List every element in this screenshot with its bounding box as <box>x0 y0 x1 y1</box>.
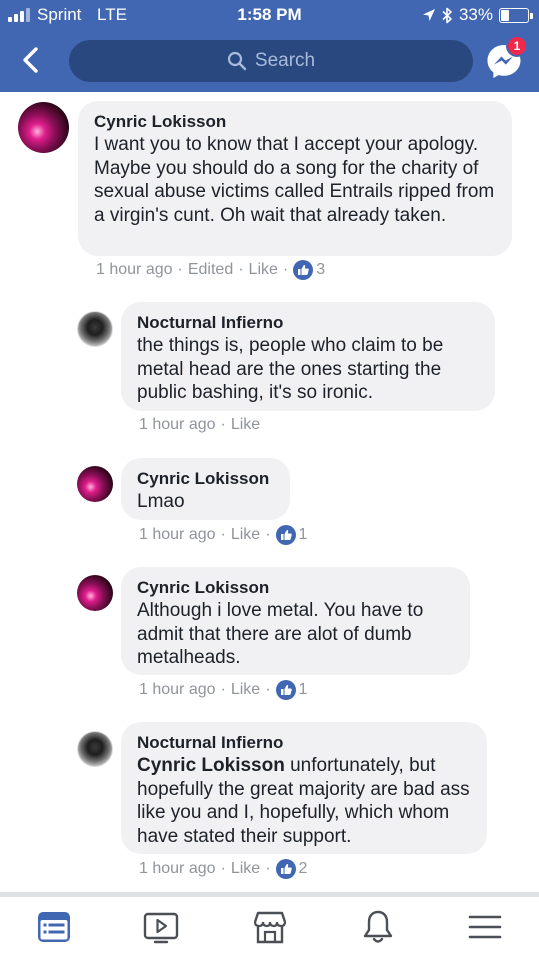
separator-dot: · <box>177 261 183 278</box>
separator-dot: · <box>265 526 271 543</box>
separator-dot: · <box>265 681 271 698</box>
back-chevron-icon[interactable] <box>16 45 46 75</box>
battery-level-fill <box>501 9 510 21</box>
battery-icon <box>499 7 533 23</box>
comment-text: I want you to know that I accept your ap… <box>94 134 495 226</box>
search-placeholder: Search <box>254 50 316 71</box>
comment-author[interactable]: Cynric Lokisson <box>94 111 496 133</box>
comment-text: Cynric Lokisson unfortunately, but hopef… <box>137 754 471 848</box>
thumbs-up-icon <box>275 525 296 545</box>
comment-timestamp[interactable]: 1 hour ago <box>139 860 216 878</box>
avatar[interactable] <box>77 575 113 611</box>
notifications-icon[interactable] <box>358 907 398 947</box>
comment-bubble[interactable]: Nocturnal Infierno Cynric Lokisson unfor… <box>121 722 487 854</box>
like-count[interactable]: 1 <box>299 526 308 544</box>
comment-author[interactable]: Cynric Lokisson <box>137 468 274 490</box>
comment-timestamp[interactable]: 1 hour ago <box>139 416 216 434</box>
watch-icon[interactable] <box>141 907 181 947</box>
comment-text: Although i love metal. You have to admit… <box>137 600 424 668</box>
comment-bubble[interactable]: Cynric Lokisson Lmao <box>121 458 290 520</box>
like-link[interactable]: Like <box>231 681 260 699</box>
like-link[interactable]: Like <box>249 261 278 279</box>
comment-meta: 1 hour ago · Like · 1 <box>139 680 307 700</box>
marketplace-icon[interactable] <box>250 907 290 947</box>
comment-author[interactable]: Cynric Lokisson <box>137 577 454 599</box>
separator-dot: · <box>220 526 226 543</box>
comment-meta: 1 hour ago · Like · 1 <box>139 525 307 545</box>
separator-dot: · <box>220 860 226 877</box>
comment-meta: 1 hour ago · Like · 2 <box>139 859 307 879</box>
avatar[interactable] <box>77 466 113 502</box>
separator-dot: · <box>282 261 289 278</box>
separator-dot: · <box>220 681 226 698</box>
search-icon <box>227 51 247 71</box>
comment-meta: 1 hour ago · Edited · Like · 3 <box>96 260 325 280</box>
status-right-group: 33% <box>422 5 533 25</box>
location-icon <box>422 9 435 21</box>
news-feed-icon[interactable] <box>34 907 74 947</box>
like-count[interactable]: 3 <box>316 261 325 279</box>
edited-label[interactable]: Edited <box>188 261 233 279</box>
avatar[interactable] <box>77 731 113 767</box>
thumbs-up-icon <box>293 260 314 280</box>
comment-bubble[interactable]: Cynric Lokisson I want you to know that … <box>78 101 512 256</box>
comment-timestamp[interactable]: 1 hour ago <box>96 261 173 279</box>
comment-meta: 1 hour ago · Like <box>139 416 260 434</box>
status-bar: Sprint LTE 1:58 PM 33% <box>0 0 539 30</box>
like-count[interactable]: 2 <box>299 860 308 878</box>
bluetooth-icon <box>442 7 452 23</box>
comment-timestamp[interactable]: 1 hour ago <box>139 681 216 699</box>
search-input[interactable]: Search <box>69 40 473 82</box>
comment-timestamp[interactable]: 1 hour ago <box>139 526 216 544</box>
separator-dot: · <box>220 416 226 433</box>
comment-text: Lmao <box>137 491 185 512</box>
avatar[interactable] <box>77 311 113 347</box>
avatar[interactable] <box>18 102 69 153</box>
separator-dot: · <box>265 860 271 877</box>
like-link[interactable]: Like <box>231 526 260 544</box>
mention-link[interactable]: Cynric Lokisson <box>137 755 285 776</box>
thumbs-up-icon <box>275 680 296 700</box>
like-link[interactable]: Like <box>231 860 260 878</box>
thumbs-up-icon <box>275 859 296 879</box>
top-bar: Sprint LTE 1:58 PM 33% Search 1 <box>0 0 539 92</box>
comment-bubble[interactable]: Cynric Lokisson Although i love metal. Y… <box>121 567 470 675</box>
battery-percent: 33% <box>458 5 493 24</box>
app-screen: Sprint LTE 1:58 PM 33% Search 1 Cynric L… <box>0 0 539 960</box>
like-link[interactable]: Like <box>231 416 260 434</box>
menu-icon[interactable] <box>465 907 505 947</box>
comment-text: the things is, people who claim to be me… <box>137 335 444 403</box>
bottom-navigation <box>0 897 539 960</box>
like-count[interactable]: 1 <box>299 681 308 699</box>
comment-author[interactable]: Nocturnal Infierno <box>137 732 471 754</box>
messenger-notification-badge: 1 <box>506 35 528 57</box>
separator-dot: · <box>238 261 244 278</box>
comment-bubble[interactable]: Nocturnal Infierno the things is, people… <box>121 302 495 411</box>
comment-author[interactable]: Nocturnal Infierno <box>137 312 479 334</box>
